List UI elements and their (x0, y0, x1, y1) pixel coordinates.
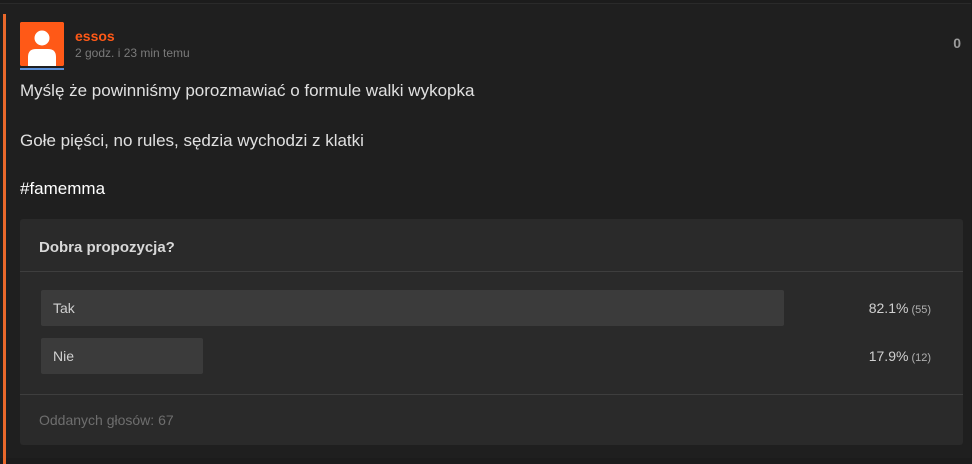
poll-option-votes: (55) (911, 304, 931, 316)
entry-timestamp[interactable]: 2 godz. i 23 min temu (75, 46, 190, 60)
poll-box: Dobra propozycja? Tak 82.1% (55) Nie 17.9… (20, 219, 963, 445)
user-silhouette-icon (20, 22, 64, 66)
poll-result-bar (41, 290, 784, 326)
hashtag-link[interactable]: #famemma (20, 179, 105, 198)
entry-card: essos 2 godz. i 23 min temu 0 Myślę że p… (0, 3, 971, 464)
entry-text-line: Gołe pięści, no rules, sędzia wychodzi z… (20, 131, 364, 150)
avatar[interactable] (20, 22, 64, 66)
poll-option-percent: 82.1% (868, 300, 909, 316)
avatar-gender-underline (20, 68, 64, 70)
poll-option-tak[interactable]: Tak 82.1% (55) (41, 290, 931, 326)
poll-option-result: 82.1% (55) (869, 300, 931, 316)
poll-option-votes: (12) (911, 352, 931, 364)
poll-option-label: Tak (53, 300, 75, 316)
poll-total-votes: Oddanych głosów: 67 (39, 412, 174, 428)
entry-text-line: Myślę że powinniśmy porozmawiać o formul… (20, 81, 475, 100)
poll-option-percent: 17.9% (868, 348, 909, 364)
poll-option-result: 17.9% (12) (869, 348, 931, 364)
entry-vote-count[interactable]: 0 (953, 35, 961, 51)
author-username[interactable]: essos (75, 28, 115, 44)
poll-question: Dobra propozycja? (39, 239, 175, 256)
poll-option-nie[interactable]: Nie 17.9% (12) (41, 338, 931, 374)
poll-divider (20, 271, 963, 272)
entry-accent-bar (3, 14, 6, 464)
poll-option-label: Nie (53, 348, 75, 364)
poll-divider (20, 394, 963, 395)
